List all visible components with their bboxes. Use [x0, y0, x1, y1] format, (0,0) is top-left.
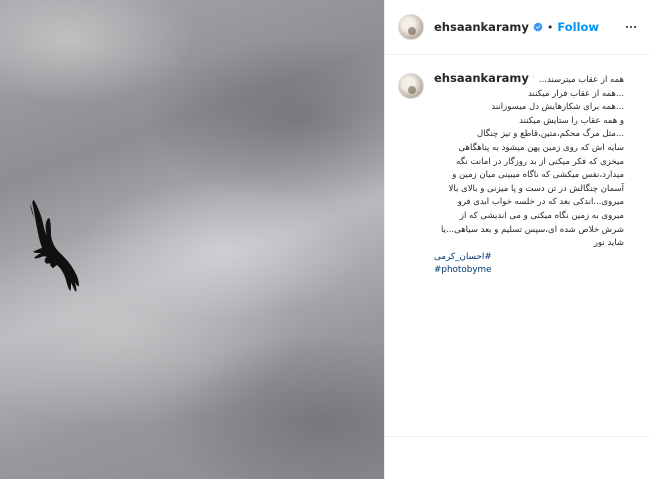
caption-username-link[interactable]: ehsaankaramy	[434, 71, 529, 85]
caption-line: شرش خلاص شده ای،سپس تسلیم و بعد سیاهی...…	[441, 224, 624, 235]
separator-dot: •	[546, 20, 554, 34]
caption-line: آسمان چنگالش در تن دست و پا میزنی و بالا…	[448, 183, 624, 194]
post-header: ehsaankaramy • Follow	[385, 0, 650, 55]
hashtag-link[interactable]: #photobyme	[434, 264, 624, 278]
verified-badge-icon	[532, 76, 534, 78]
caption-line: میروی به زمین نگاه میکنی و می اندیشی که …	[459, 210, 624, 221]
caption-line: میخزی که فکر میکنی از بد روزگار در امانت…	[456, 156, 624, 167]
username-link[interactable]: ehsaankaramy	[434, 20, 529, 34]
instagram-post: ehsaankaramy • Follow ehsaankaramy همه ا…	[0, 0, 650, 479]
caption-line: سایه اش که روی زمین پهن میشود به پناهگاه…	[458, 142, 624, 153]
eagle-silhouette	[30, 200, 79, 292]
avatar[interactable]	[398, 14, 424, 40]
avatar[interactable]	[398, 73, 424, 99]
caption-line: ...مثل مرگ محکم،متین،قاطع و تیز چنگال	[477, 129, 624, 140]
caption-comment: ehsaankaramy همه از عقاب میترسند... ...ه…	[385, 55, 650, 278]
verified-badge-icon	[533, 22, 543, 32]
divider	[385, 436, 650, 437]
caption-line: ...همه برای شکارهایش دل میسوزانند	[491, 102, 624, 113]
caption-line: شاید نور	[593, 238, 624, 249]
post-photo[interactable]	[0, 0, 384, 479]
post-details-panel: ehsaankaramy • Follow ehsaankaramy همه ا…	[384, 0, 650, 479]
caption-first-row: ehsaankaramy همه از عقاب میترسند...	[434, 71, 624, 88]
caption-line: ...همه از عقاب فرار میکنند	[528, 88, 624, 99]
caption-line: میدارد،نفس میکشی که ناگاه میبینی میان زم…	[452, 170, 624, 181]
hashtag-link[interactable]: #احسان_کرمی	[434, 251, 624, 265]
caption-line: و همه عقاب را ستایش میکنند	[519, 115, 624, 126]
caption-body: ehsaankaramy همه از عقاب میترسند... ...ه…	[434, 71, 624, 278]
more-options-icon[interactable]	[624, 20, 638, 34]
caption-line: میروی...اندکی بعد که در خلسه خواب ابدی ف…	[457, 197, 624, 208]
caption-line: همه از عقاب میترسند...	[538, 75, 624, 85]
follow-button[interactable]: Follow	[557, 20, 599, 34]
